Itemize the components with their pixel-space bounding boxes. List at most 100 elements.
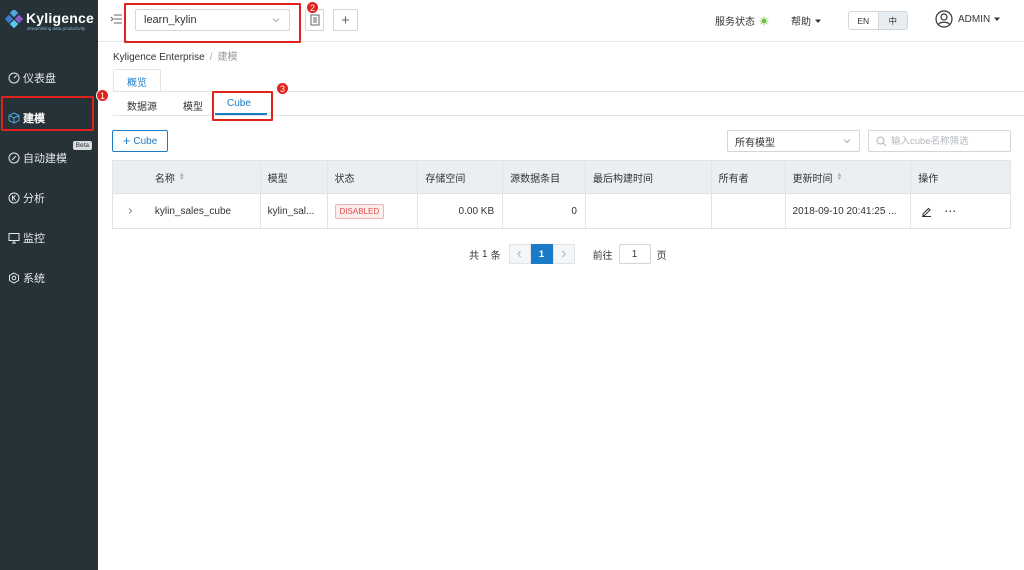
sidebar-item-label: 自动建模	[23, 153, 67, 165]
caret-down-icon	[815, 19, 821, 23]
user-name: ADMIN	[958, 13, 991, 25]
add-project-button[interactable]: +	[333, 9, 358, 31]
sidebar: Kyligence streamlining data productivity…	[0, 0, 98, 570]
column-header-model: 模型	[261, 161, 328, 193]
column-header-storage: 存储空间	[418, 161, 504, 193]
system-icon	[8, 272, 20, 284]
column-label: 存储空间	[425, 173, 466, 185]
subtab-datasource[interactable]: 数据源	[127, 98, 157, 113]
cube-table: 名称 ▲ ▼ 模型 状态 存储空间 源数据条目 最后构建时间 所有者 更新时间 ▲…	[112, 160, 1011, 229]
avatar-icon	[935, 10, 953, 28]
chevron-left-icon	[517, 250, 521, 258]
prev-page-button[interactable]	[508, 244, 531, 264]
sidebar-item-system[interactable]: 系统	[0, 258, 98, 298]
pagination-total-prefix: 共	[469, 250, 479, 262]
column-label: 名称	[154, 173, 175, 185]
column-label: 模型	[267, 173, 288, 185]
sidebar-item-monitor[interactable]: 监控	[0, 218, 98, 258]
column-label: 更新时间	[792, 173, 833, 185]
annotation-marker-1: 1	[96, 89, 109, 102]
language-switch: EN 中	[848, 11, 908, 30]
caret-down-icon	[994, 17, 1001, 21]
page-number-button[interactable]: 1	[530, 244, 553, 264]
column-header-name[interactable]: 名称 ▲ ▼	[148, 161, 261, 193]
add-cube-label: Cube	[133, 135, 158, 147]
kyligence-logo-icon	[4, 10, 24, 29]
sort-icon[interactable]: ▲ ▼	[837, 172, 843, 182]
cube-owner	[712, 194, 786, 228]
pagination-total-suffix: 条	[490, 250, 501, 262]
status-ok-icon	[759, 16, 769, 25]
goto-page-input[interactable]: 1	[618, 244, 651, 264]
column-label: 状态	[334, 173, 355, 185]
chevron-down-icon	[843, 139, 851, 144]
sidebar-item-dashboard[interactable]: 仪表盘	[0, 58, 98, 98]
cube-search	[868, 130, 1011, 152]
sort-icon[interactable]: ▲ ▼	[179, 172, 185, 182]
sidebar-item-label: 监控	[23, 233, 45, 245]
beta-badge: Beta	[72, 141, 92, 150]
edit-icon[interactable]	[921, 206, 932, 217]
status-badge: DISABLED	[334, 203, 385, 219]
column-label: 所有者	[718, 173, 749, 185]
column-header-last-build: 最后构建时间	[586, 161, 712, 193]
column-header-owner: 所有者	[712, 161, 786, 193]
table-header: 名称 ▲ ▼ 模型 状态 存储空间 源数据条目 最后构建时间 所有者 更新时间 ▲…	[113, 161, 1010, 194]
brand-logo[interactable]: Kyligence streamlining data productivity	[4, 8, 94, 34]
more-actions-icon[interactable]: ⋯	[944, 204, 957, 218]
sidebar-item-label: 分析	[23, 193, 45, 205]
next-page-button[interactable]	[552, 244, 575, 264]
lang-en-option[interactable]: EN	[849, 12, 878, 29]
menu-collapse-icon[interactable]	[110, 12, 124, 26]
dashboard-icon	[8, 72, 20, 84]
cube-status: DISABLED	[328, 194, 419, 228]
cube-source-records: 0	[503, 194, 586, 228]
add-cube-button[interactable]: + Cube	[112, 130, 168, 152]
column-label: 源数据条目	[510, 173, 561, 185]
column-label: 操作	[918, 173, 939, 185]
brand-name: Kyligence	[26, 10, 94, 26]
breadcrumb-separator: /	[209, 52, 213, 63]
column-label: 最后构建时间	[592, 173, 653, 185]
document-icon	[310, 14, 319, 26]
cube-search-input[interactable]	[891, 135, 1006, 147]
brand-tagline: streamlining data productivity	[27, 26, 86, 31]
sidebar-item-auto-modeling[interactable]: Beta 自动建模	[0, 138, 98, 178]
cube-name[interactable]: kylin_sales_cube	[148, 194, 261, 228]
model-filter-select[interactable]: 所有模型	[727, 130, 860, 152]
pagination-total: 1	[482, 248, 488, 260]
expand-column-header	[113, 161, 148, 193]
cube-model: kylin_sal...	[261, 194, 328, 228]
plus-icon: +	[341, 11, 350, 29]
model-filter-value: 所有模型	[735, 137, 775, 149]
subtab-model[interactable]: 模型	[183, 98, 203, 113]
search-icon	[876, 136, 887, 147]
lang-zh-option[interactable]: 中	[877, 12, 907, 29]
sidebar-item-analysis[interactable]: 分析	[0, 178, 98, 218]
service-status[interactable]: 服务状态	[715, 13, 769, 28]
chevron-right-icon	[562, 250, 566, 258]
user-menu[interactable]: ADMIN	[935, 10, 1001, 28]
column-header-updated[interactable]: 更新时间 ▲ ▼	[786, 161, 912, 193]
pagination: 共 1 条 1 前往 1 页	[469, 244, 667, 264]
help-label: 帮助	[791, 17, 811, 28]
annotation-box-1	[1, 96, 94, 131]
cube-storage: 0.00 KB	[418, 194, 504, 228]
cube-last-build	[586, 194, 712, 228]
tab-overview[interactable]: 概览	[113, 69, 161, 92]
annotation-box-2	[124, 3, 301, 43]
sidebar-item-label: 仪表盘	[23, 73, 56, 85]
breadcrumb: Kyligence Enterprise / 建模	[113, 48, 238, 63]
chevron-right-icon	[129, 208, 133, 214]
help-menu[interactable]: 帮助	[791, 13, 822, 28]
service-status-label: 服务状态	[715, 17, 755, 28]
annotation-marker-2: 2	[306, 1, 319, 14]
breadcrumb-root[interactable]: Kyligence Enterprise	[113, 52, 205, 63]
table-row: kylin_sales_cube kylin_sal... DISABLED 0…	[113, 194, 1010, 228]
breadcrumb-current: 建模	[217, 52, 238, 63]
monitor-icon	[8, 232, 20, 244]
analysis-icon	[8, 192, 20, 204]
column-header-status: 状态	[328, 161, 419, 193]
column-header-source-records: 源数据条目	[503, 161, 586, 193]
expand-row-toggle[interactable]	[113, 194, 148, 228]
